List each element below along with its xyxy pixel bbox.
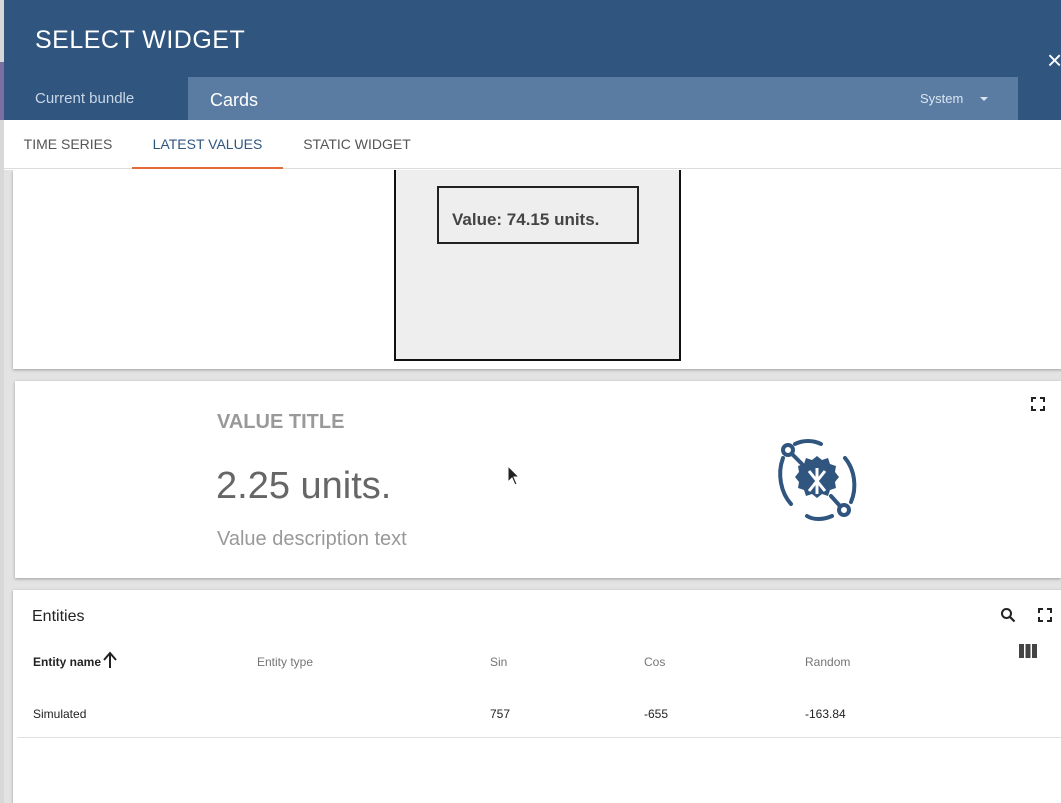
close-icon: × — [1047, 45, 1061, 75]
column-header-cos[interactable]: Cos — [644, 655, 665, 669]
current-bundle-label: Current bundle — [35, 90, 135, 107]
value-card-description: Value description text — [217, 528, 407, 550]
select-widget-dialog: SELECT WIDGET × Current bundle Cards Sys… — [4, 0, 1061, 803]
cell-cos: -655 — [644, 707, 669, 721]
cell-random: -163.84 — [805, 707, 846, 721]
widgets-list[interactable]: Value: 74.15 units. VALUE TITLE 2.25 uni… — [4, 170, 1061, 803]
columns-icon[interactable] — [1019, 644, 1037, 658]
fullscreen-icon[interactable] — [1038, 608, 1052, 622]
cell-sin: 757 — [490, 707, 511, 721]
arrow-up-icon[interactable] — [102, 651, 118, 669]
mouse-cursor-icon — [507, 465, 521, 486]
chevron-down-icon — [980, 97, 988, 101]
widget-type-tabs: TIME SERIES LATEST VALUES STATIC WIDGET — [4, 120, 1061, 169]
close-button[interactable]: × — [1047, 46, 1061, 74]
bug-chip-icon — [778, 439, 857, 521]
column-header-sin[interactable]: Sin — [490, 655, 507, 669]
entities-table-title: Entities — [32, 608, 85, 625]
simple-card-frame: Value: 74.15 units. — [394, 170, 681, 361]
dialog-header: SELECT WIDGET × Current bundle Cards Sys… — [4, 0, 1061, 120]
column-header-random[interactable]: Random — [805, 655, 850, 669]
value-card-value: 2.25 units. — [216, 465, 392, 507]
simple-card-value: Value: 74.15 units. — [452, 210, 600, 229]
tab-latest-values[interactable]: LATEST VALUES — [132, 120, 283, 169]
value-card-widget[interactable]: VALUE TITLE 2.25 units. Value descriptio… — [15, 381, 1061, 578]
entities-table-widget[interactable]: Entities Entity name Entity type Sin Cos… — [13, 590, 1061, 803]
cell-entity-name: Simulated — [33, 707, 87, 721]
table-row[interactable]: Simulated 757 -655 -163.84 — [17, 690, 1061, 738]
simple-card-value-box: Value: 74.15 units. — [437, 186, 639, 244]
bundle-name: Cards — [210, 90, 259, 110]
bundle-select[interactable]: Cards System — [188, 77, 1018, 120]
column-header-entity-name[interactable]: Entity name — [33, 655, 101, 669]
fullscreen-icon[interactable] — [1031, 397, 1045, 411]
simple-card-widget[interactable]: Value: 74.15 units. — [13, 170, 1061, 369]
tab-time-series[interactable]: TIME SERIES — [4, 120, 132, 169]
dialog-title: SELECT WIDGET — [35, 26, 246, 54]
tab-static-widget[interactable]: STATIC WIDGET — [283, 120, 431, 169]
bundle-scope: System — [920, 91, 964, 106]
value-card-title: VALUE TITLE — [217, 411, 345, 433]
search-icon[interactable] — [1000, 607, 1016, 623]
column-header-entity-type[interactable]: Entity type — [257, 655, 313, 669]
